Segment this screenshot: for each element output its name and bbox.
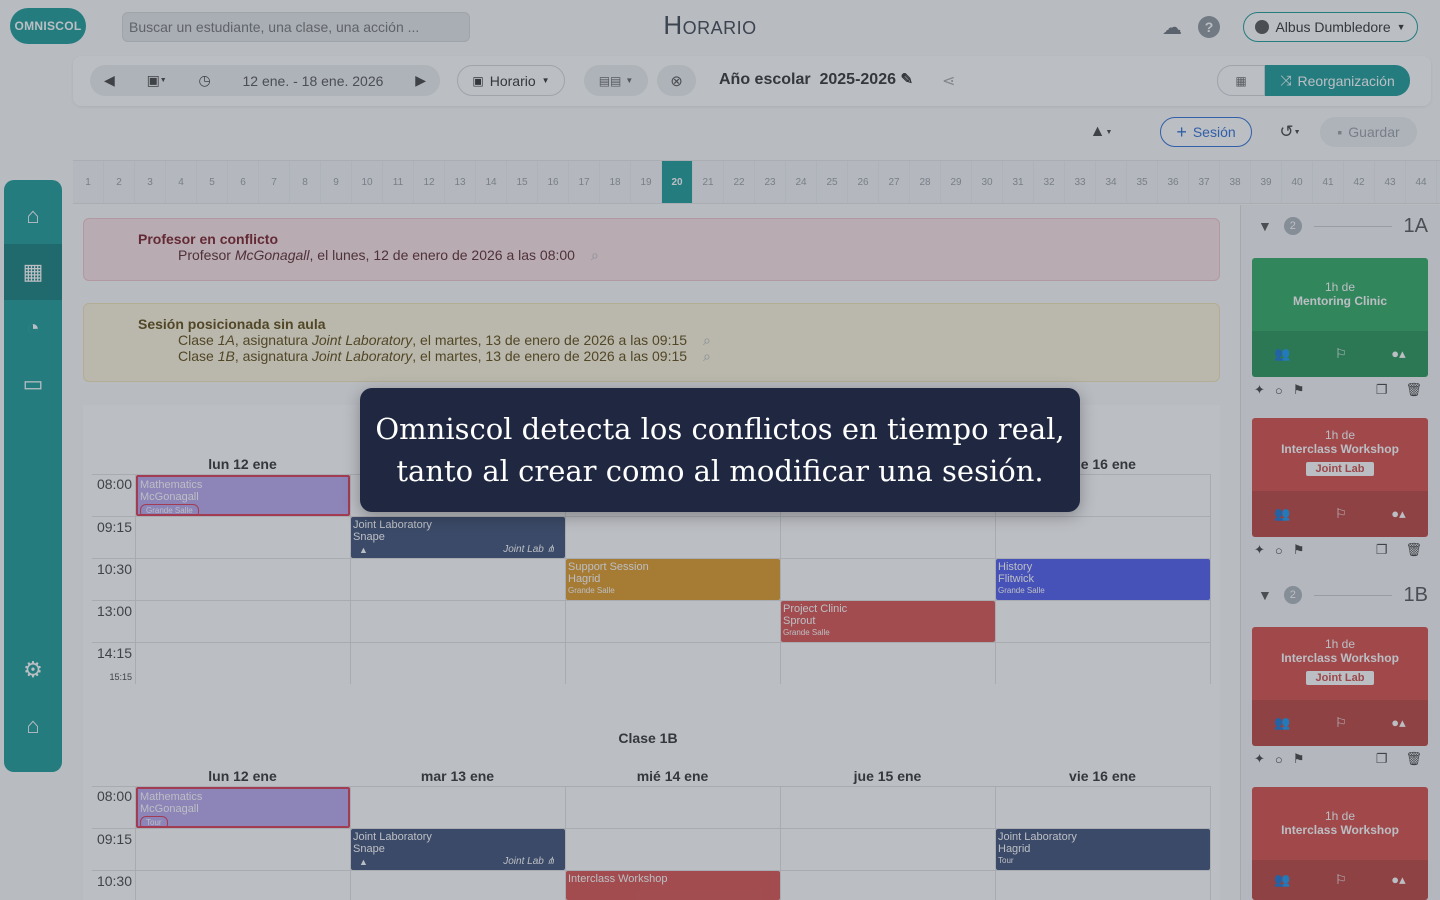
callout-line: tanto al crear como al modificar una ses… <box>396 454 1044 488</box>
feature-callout: Omniscol detecta los conflictos en tiemp… <box>360 388 1080 512</box>
callout-line: Omniscol detecta los conflictos en tiemp… <box>375 412 1065 446</box>
